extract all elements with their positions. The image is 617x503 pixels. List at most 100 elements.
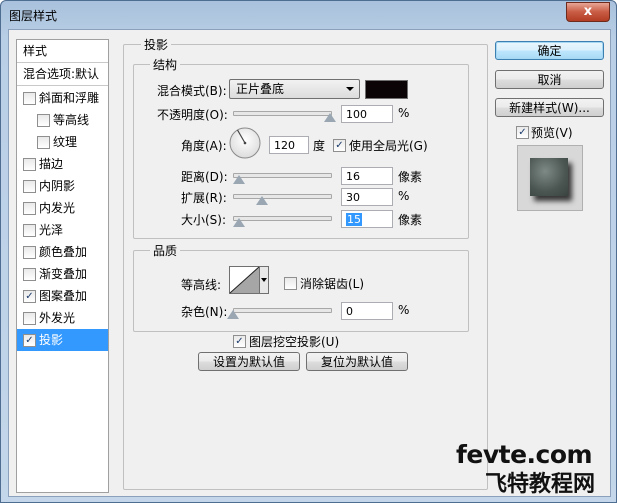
angle-input[interactable]: 120 bbox=[269, 136, 309, 154]
chevron-down-icon bbox=[346, 87, 354, 91]
noise-slider-track[interactable] bbox=[233, 308, 332, 313]
distance-unit: 像素 bbox=[398, 170, 423, 184]
style-preview bbox=[517, 145, 583, 211]
knockout-label: 图层挖空投影(U) bbox=[249, 335, 340, 349]
spread-slider-thumb[interactable] bbox=[256, 196, 269, 205]
contour-picker[interactable] bbox=[229, 266, 269, 294]
blend-mode-value: 正片叠底 bbox=[236, 82, 285, 96]
style-item-color-overlay[interactable]: 颜色叠加 bbox=[17, 241, 108, 263]
window-title: 图层样式 bbox=[9, 9, 58, 23]
style-item-pattern-overlay[interactable]: ✓ 图案叠加 bbox=[17, 285, 108, 307]
close-icon: x bbox=[583, 4, 593, 19]
size-input[interactable]: 15 bbox=[341, 210, 393, 228]
noise-input[interactable]: 0 bbox=[341, 302, 393, 320]
close-button[interactable]: x bbox=[566, 2, 610, 22]
contour-curve-icon bbox=[229, 266, 269, 294]
style-list-header[interactable]: 样式 bbox=[17, 40, 108, 63]
style-item-inner-glow[interactable]: 内发光 bbox=[17, 197, 108, 219]
inner-glow-checkbox[interactable] bbox=[23, 202, 36, 215]
style-item-label: 描边 bbox=[39, 157, 64, 171]
noise-unit: % bbox=[398, 303, 410, 317]
style-item-label: 渐变叠加 bbox=[39, 267, 88, 281]
style-item-label: 光泽 bbox=[39, 223, 64, 237]
size-unit: 像素 bbox=[398, 213, 423, 227]
ok-button[interactable]: 确定 bbox=[495, 41, 604, 60]
distance-label: 距离(D): bbox=[181, 170, 228, 184]
spread-slider-track[interactable] bbox=[233, 194, 332, 199]
size-slider-track[interactable] bbox=[233, 216, 332, 221]
blend-mode-select[interactable]: 正片叠底 bbox=[229, 79, 360, 99]
global-light-label: 使用全局光(G) bbox=[349, 139, 428, 153]
make-default-button[interactable]: 设置为默认值 bbox=[198, 352, 300, 371]
style-item-satin[interactable]: 光泽 bbox=[17, 219, 108, 241]
angle-dial-icon bbox=[229, 127, 261, 159]
style-item-label: 颜色叠加 bbox=[39, 245, 88, 259]
anti-alias-checkbox[interactable] bbox=[284, 277, 297, 290]
blend-options-label: 混合选项:默认 bbox=[23, 67, 100, 81]
blend-options-item[interactable]: 混合选项:默认 bbox=[17, 63, 108, 86]
style-item-contour[interactable]: 等高线 bbox=[17, 109, 108, 131]
distance-input[interactable]: 16 bbox=[341, 167, 393, 185]
noise-label: 杂色(N): bbox=[181, 305, 228, 319]
knockout-checkbox[interactable]: ✓ bbox=[233, 335, 246, 348]
contour-checkbox[interactable] bbox=[37, 114, 50, 127]
style-item-label: 斜面和浮雕 bbox=[39, 91, 100, 105]
color-overlay-checkbox[interactable] bbox=[23, 246, 36, 259]
noise-slider-thumb[interactable] bbox=[227, 310, 239, 319]
gradient-overlay-checkbox[interactable] bbox=[23, 268, 36, 281]
title-bar: 图层样式 x bbox=[1, 1, 616, 27]
angle-unit: 度 bbox=[313, 139, 326, 153]
drop-shadow-checkbox[interactable]: ✓ bbox=[23, 334, 36, 347]
opacity-label: 不透明度(O): bbox=[157, 108, 228, 122]
opacity-unit: % bbox=[398, 106, 410, 120]
anti-alias-label: 消除锯齿(L) bbox=[300, 277, 365, 291]
pattern-overlay-checkbox[interactable]: ✓ bbox=[23, 290, 36, 303]
distance-slider-thumb[interactable] bbox=[232, 175, 245, 184]
stroke-checkbox[interactable] bbox=[23, 158, 36, 171]
opacity-input[interactable]: 100 bbox=[341, 105, 393, 123]
quality-title: 品质 bbox=[150, 242, 181, 259]
spread-unit: % bbox=[398, 189, 410, 203]
style-list-header-label: 样式 bbox=[23, 44, 48, 58]
style-list: 样式 混合选项:默认 斜面和浮雕 等高线 纹理 描边 内阴影 内发光 光泽 颜色… bbox=[16, 39, 109, 493]
dialog-body: 样式 混合选项:默认 斜面和浮雕 等高线 纹理 描边 内阴影 内发光 光泽 颜色… bbox=[8, 29, 611, 497]
style-item-gradient-overlay[interactable]: 渐变叠加 bbox=[17, 263, 108, 285]
layer-style-dialog: 图层样式 x 样式 混合选项:默认 斜面和浮雕 等高线 纹理 描边 内阴影 内发… bbox=[0, 0, 617, 503]
shadow-color-fill bbox=[366, 81, 407, 98]
spread-label: 扩展(R): bbox=[181, 191, 227, 205]
satin-checkbox[interactable] bbox=[23, 224, 36, 237]
inner-shadow-checkbox[interactable] bbox=[23, 180, 36, 193]
angle-dial[interactable] bbox=[229, 127, 261, 159]
spread-input[interactable]: 30 bbox=[341, 188, 393, 206]
style-item-outer-glow[interactable]: 外发光 bbox=[17, 307, 108, 329]
drop-shadow-title: 投影 bbox=[141, 36, 172, 53]
style-item-label: 等高线 bbox=[53, 113, 90, 127]
size-slider-thumb[interactable] bbox=[232, 218, 245, 227]
size-input-selection: 15 bbox=[346, 213, 362, 226]
opacity-slider-track[interactable] bbox=[233, 111, 332, 116]
preview-label: 预览(V) bbox=[531, 126, 573, 140]
structure-title: 结构 bbox=[150, 56, 181, 73]
blend-mode-label: 混合模式(B): bbox=[157, 84, 227, 98]
style-item-bevel-emboss[interactable]: 斜面和浮雕 bbox=[17, 87, 108, 109]
global-light-checkbox[interactable]: ✓ bbox=[333, 139, 346, 152]
style-item-drop-shadow[interactable]: ✓ 投影 bbox=[17, 329, 108, 351]
style-item-label: 内阴影 bbox=[39, 179, 76, 193]
new-style-button[interactable]: 新建样式(W)... bbox=[495, 98, 604, 117]
outer-glow-checkbox[interactable] bbox=[23, 312, 36, 325]
style-item-texture[interactable]: 纹理 bbox=[17, 131, 108, 153]
preview-checkbox[interactable]: ✓ bbox=[516, 126, 529, 139]
style-item-stroke[interactable]: 描边 bbox=[17, 153, 108, 175]
style-item-label: 内发光 bbox=[39, 201, 76, 215]
texture-checkbox[interactable] bbox=[37, 136, 50, 149]
reset-default-button[interactable]: 复位为默认值 bbox=[306, 352, 408, 371]
size-label: 大小(S): bbox=[181, 213, 227, 227]
bevel-emboss-checkbox[interactable] bbox=[23, 92, 36, 105]
distance-slider-track[interactable] bbox=[233, 173, 332, 178]
shadow-color-swatch[interactable] bbox=[365, 80, 408, 99]
cancel-button[interactable]: 取消 bbox=[495, 70, 604, 89]
style-item-inner-shadow[interactable]: 内阴影 bbox=[17, 175, 108, 197]
style-item-label: 图案叠加 bbox=[39, 289, 88, 303]
style-item-label: 外发光 bbox=[39, 311, 76, 325]
opacity-slider-thumb[interactable] bbox=[324, 113, 336, 122]
